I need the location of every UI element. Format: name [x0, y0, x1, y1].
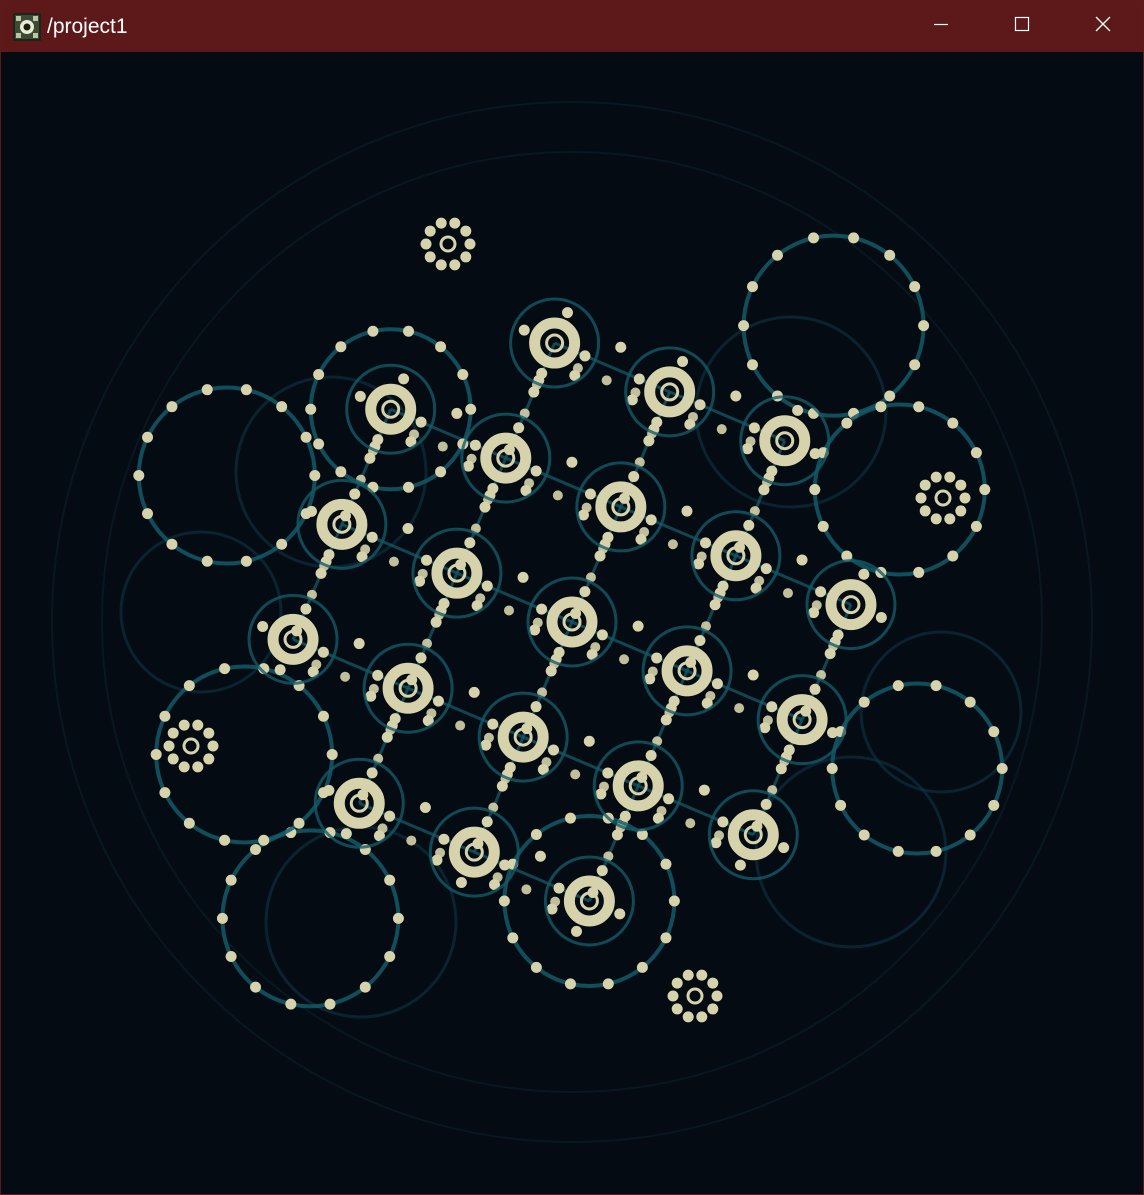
minimize-icon	[933, 16, 949, 37]
close-icon	[1095, 16, 1111, 37]
close-button[interactable]	[1063, 1, 1143, 52]
generative-pattern	[51, 101, 1093, 1143]
render-canvas[interactable]	[1, 52, 1143, 1194]
settings-app-icon	[13, 13, 41, 41]
maximize-button[interactable]	[982, 1, 1062, 52]
maximize-icon	[1014, 16, 1030, 37]
minimize-button[interactable]	[901, 1, 981, 52]
app-window: /project1	[0, 0, 1144, 1195]
window-title: /project1	[47, 15, 128, 38]
title-bar[interactable]: /project1	[1, 1, 1143, 52]
